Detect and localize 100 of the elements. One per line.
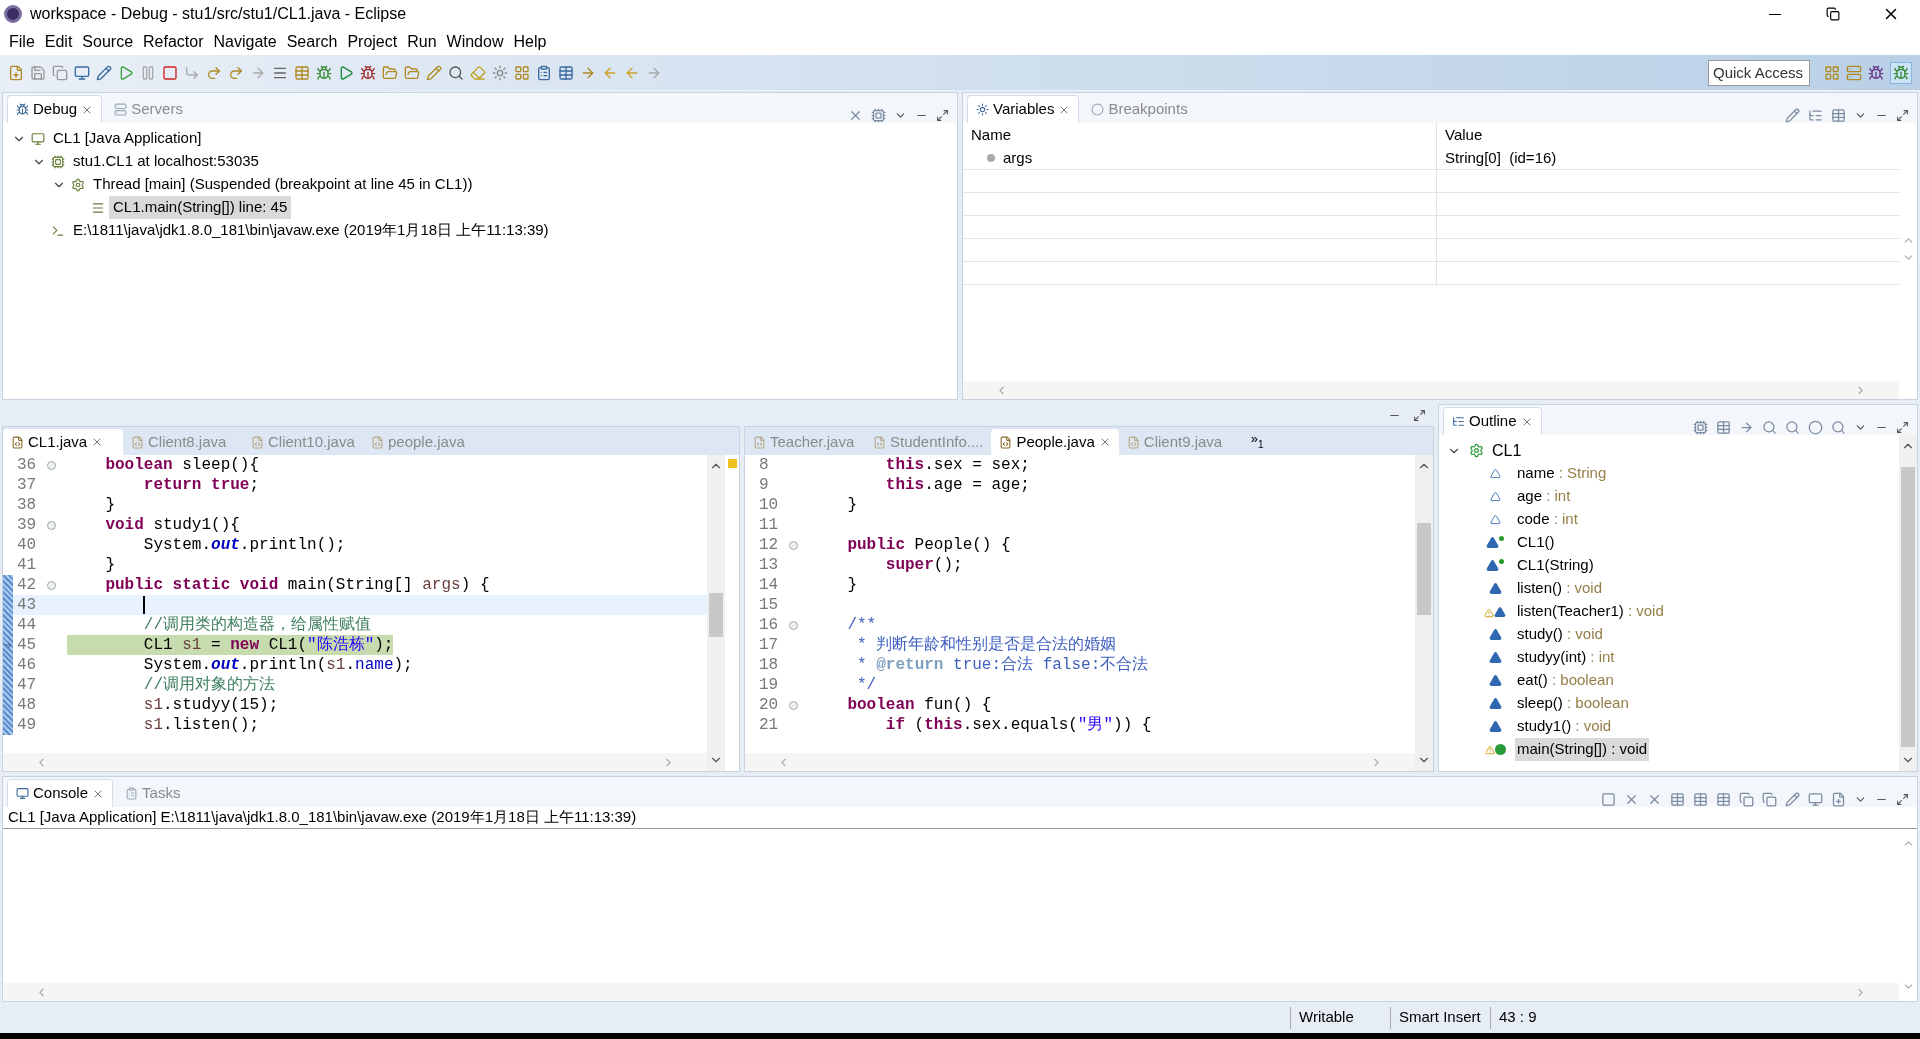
fold-toggle-icon[interactable] — [789, 620, 798, 630]
scrollbar-thumb[interactable] — [709, 593, 723, 637]
toolbar-icon[interactable] — [1762, 420, 1777, 435]
toolbar-icon[interactable] — [1693, 420, 1708, 435]
toolbar-icon[interactable] — [206, 64, 222, 81]
maximize-icon[interactable] — [936, 109, 949, 122]
toolbar-icon[interactable] — [404, 64, 420, 81]
toolbar-icon[interactable] — [1647, 792, 1662, 807]
perspective-icon[interactable] — [1868, 64, 1884, 81]
scrollbar[interactable] — [1899, 435, 1917, 771]
toolbar-icon[interactable] — [1831, 792, 1846, 807]
outline-item[interactable]: sleep() : boolean — [1515, 692, 1631, 715]
toolbar-icon[interactable] — [1716, 792, 1731, 807]
toolbar-icon[interactable] — [338, 64, 354, 81]
tree-item[interactable]: Thread [main] (Suspended (breakpoint at line 45 in CL1)) — [89, 173, 477, 196]
toolbar-icon[interactable] — [228, 64, 244, 81]
toolbar-icon[interactable] — [1785, 792, 1800, 807]
toolbar-icon[interactable] — [1670, 792, 1685, 807]
toolbar-icon[interactable] — [1693, 792, 1708, 807]
scrollbar[interactable] — [1415, 455, 1433, 771]
fold-toggle-icon[interactable] — [789, 700, 798, 710]
toolbar-icon[interactable] — [1831, 420, 1846, 435]
overview-marker[interactable] — [727, 459, 737, 468]
toolbar-icon[interactable] — [382, 64, 398, 81]
scrollbar-thumb[interactable] — [1417, 523, 1431, 615]
menu-item[interactable]: Help — [508, 29, 552, 54]
outline-item[interactable]: code : int — [1515, 508, 1580, 531]
tree-item[interactable]: stu1.CL1 at localhost:53035 — [69, 150, 263, 173]
toolbar-icon[interactable] — [1739, 792, 1754, 807]
tree-item[interactable]: E:\1811\java\jdk1.8.0_181\bin\javaw.exe (2019年1月18日 上午11:13:39) — [69, 219, 553, 242]
menu-item[interactable]: Run — [402, 29, 442, 54]
outline-item[interactable]: studyy(int) : int — [1515, 646, 1617, 669]
maximize-icon[interactable] — [1896, 793, 1909, 806]
toolbar-icon[interactable] — [1762, 792, 1777, 807]
outline-item[interactable]: listen(Teacher1) : void — [1515, 600, 1666, 623]
horizontal-scrollbar[interactable] — [3, 753, 707, 771]
fold-toggle-icon[interactable] — [47, 460, 56, 470]
toolbar-icon[interactable] — [448, 64, 464, 81]
horizontal-scrollbar[interactable] — [963, 381, 1899, 399]
view-tab[interactable]: Debug — [7, 95, 103, 123]
toolbar-icon[interactable] — [74, 64, 90, 81]
editor-tab[interactable]: People.java — [991, 429, 1119, 455]
outline-item[interactable]: CL1() — [1515, 531, 1557, 554]
maximize-icon[interactable] — [1896, 109, 1909, 122]
view-tab[interactable]: Variables — [967, 95, 1080, 123]
maximize-icon[interactable] — [1413, 408, 1426, 422]
menu-item[interactable]: Source — [77, 29, 139, 54]
toolbar-icon[interactable] — [1831, 108, 1846, 123]
toolbar-icon[interactable] — [96, 64, 112, 81]
toolbar-icon[interactable] — [558, 64, 574, 81]
menu-item[interactable]: Project — [342, 29, 403, 54]
menu-item[interactable]: Search — [281, 29, 343, 54]
toolbar-icon[interactable] — [316, 64, 332, 81]
scrollbar-thumb[interactable] — [1901, 467, 1915, 747]
outline-item[interactable]: study() : void — [1515, 623, 1605, 646]
quick-access-field[interactable]: Quick Access — [1708, 59, 1810, 86]
toolbar-icon[interactable] — [360, 64, 376, 81]
scrollbar[interactable] — [707, 455, 725, 771]
fold-toggle-icon[interactable] — [47, 520, 56, 530]
menu-item[interactable]: Refactor — [138, 29, 209, 54]
outline-item[interactable]: eat() : boolean — [1515, 669, 1616, 692]
toolbar-icon[interactable] — [1785, 420, 1800, 435]
toolbar-icon[interactable] — [536, 64, 552, 81]
toolbar-icon[interactable] — [1716, 420, 1731, 435]
horizontal-scrollbar[interactable] — [3, 983, 1899, 1001]
tree-item[interactable]: CL1 [Java Application] — [49, 127, 206, 150]
horizontal-scrollbar[interactable] — [745, 753, 1415, 771]
tree-item[interactable]: CL1.main(String[]) line: 45 — [109, 196, 292, 219]
toolbar-icon[interactable] — [8, 64, 24, 81]
menu-item[interactable]: File — [4, 29, 40, 54]
outline-item[interactable]: study1() : void — [1515, 715, 1614, 738]
fold-toggle-icon[interactable] — [789, 540, 798, 550]
class-name[interactable]: CL1 — [1492, 438, 1522, 463]
toolbar-icon[interactable] — [492, 64, 508, 81]
view-tab[interactable]: Console — [7, 779, 114, 807]
view-tab[interactable]: Outline — [1443, 407, 1542, 435]
column-header[interactable]: Value — [1437, 123, 1899, 147]
toolbar-icon[interactable] — [1808, 420, 1823, 435]
menu-item[interactable]: Navigate — [208, 29, 282, 54]
toolbar-icon[interactable] — [848, 108, 863, 123]
toolbar-icon[interactable] — [1785, 108, 1800, 123]
menu-item[interactable]: Window — [441, 29, 509, 54]
fold-toggle-icon[interactable] — [47, 580, 56, 590]
toolbar-icon[interactable] — [1808, 108, 1823, 123]
toolbar-icon[interactable] — [1739, 420, 1754, 435]
outline-item[interactable]: name : String — [1515, 462, 1609, 485]
column-header[interactable]: Name — [963, 123, 1437, 147]
outline-item[interactable]: age : int — [1515, 485, 1573, 508]
toolbar-icon[interactable] — [514, 64, 530, 81]
maximize-icon[interactable] — [1896, 421, 1909, 434]
outline-item[interactable]: CL1(String) — [1515, 554, 1596, 577]
toolbar-icon[interactable] — [118, 64, 134, 81]
toolbar-icon[interactable] — [426, 64, 442, 81]
toolbar-icon[interactable] — [871, 108, 886, 123]
outline-item[interactable]: listen() : void — [1515, 577, 1605, 600]
toolbar-icon[interactable] — [1624, 792, 1639, 807]
editor-tab[interactable]: CL1.java — [3, 429, 123, 455]
toolbar-icon[interactable] — [162, 64, 178, 81]
outline-item[interactable]: main(String[]) : void — [1515, 738, 1650, 761]
debug-perspective-button[interactable] — [1890, 61, 1912, 84]
